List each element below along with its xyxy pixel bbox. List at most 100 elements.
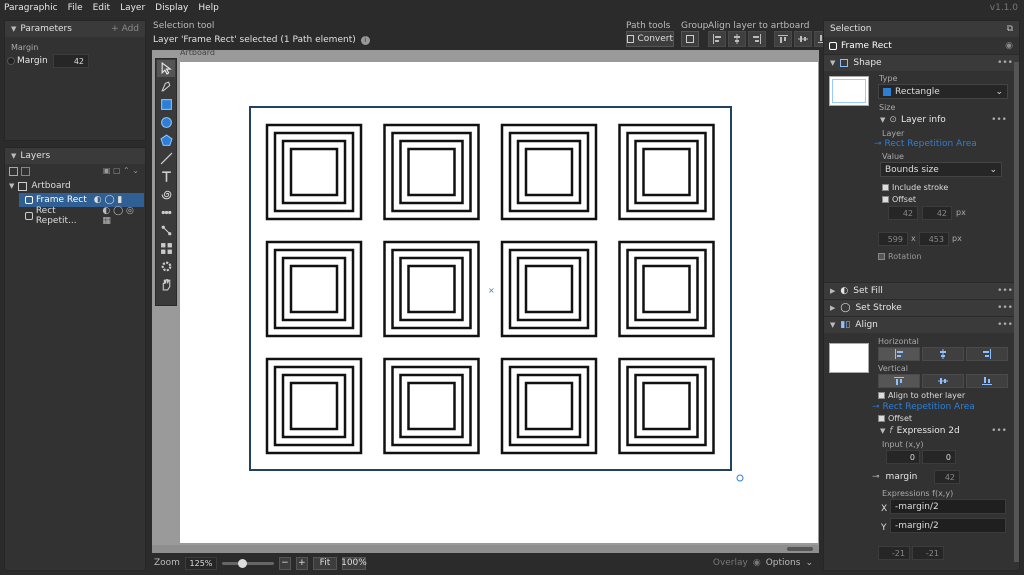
include-stroke-checkbox[interactable]: Include stroke (882, 183, 948, 192)
menu-file[interactable]: File (68, 3, 83, 13)
expand-icon[interactable]: ▼ (9, 182, 14, 190)
parameter-handle-icon[interactable] (7, 57, 15, 65)
zoom-100-button[interactable]: 100% (341, 556, 367, 570)
new-layer-icon[interactable] (9, 167, 18, 176)
collapse-icon[interactable]: ▼ (11, 25, 16, 33)
more-options-icon[interactable]: ••• (991, 115, 1007, 125)
layer-item-rect-repetition[interactable]: Rect Repetit... ◐ ◯ ◎ ▦ (19, 206, 144, 226)
expr-y-input[interactable]: -margin/2 (890, 518, 1006, 533)
grid-tool-icon[interactable] (157, 240, 175, 257)
nested-square (273, 248, 355, 330)
visibility-eye-icon[interactable]: ◉ (1005, 41, 1013, 51)
more-options-icon[interactable]: ••• (997, 303, 1013, 313)
group-button[interactable] (681, 31, 699, 47)
layer-modifiers-icon[interactable]: ◐ ◯ ◎ ▦ (102, 206, 144, 226)
align-left-icon[interactable] (708, 31, 726, 47)
overlay-eye-icon[interactable]: ◉ (753, 558, 761, 568)
pen-tool-icon[interactable] (157, 78, 175, 95)
nested-square (634, 139, 699, 205)
add-parameter-button[interactable]: + Add (111, 24, 139, 34)
line-tool-icon[interactable] (157, 150, 175, 167)
repeat-tool-icon[interactable] (157, 204, 175, 221)
parameters-header[interactable]: ▼ Parameters + Add (5, 21, 145, 37)
link-icon[interactable]: ⊸ (872, 472, 880, 482)
align-v-middle-icon[interactable] (922, 374, 964, 388)
layer-item-frame-rect[interactable]: Frame Rect ◐ ◯ ▮ (19, 193, 144, 207)
popout-icon[interactable]: ⧉ (1007, 24, 1013, 34)
offset-x-input[interactable]: 42 (888, 206, 918, 220)
zoom-out-icon[interactable]: − (278, 556, 291, 570)
more-options-icon[interactable]: ••• (991, 426, 1007, 436)
info-icon[interactable]: i (360, 35, 370, 45)
align-top-icon[interactable] (774, 31, 792, 47)
align-other-layer-checkbox[interactable]: Align to other layer (878, 391, 965, 400)
chevron-down-icon[interactable]: ⌄ (805, 558, 813, 568)
overlay-toggle[interactable]: Overlay (713, 558, 748, 568)
scrollbar-thumb[interactable] (787, 547, 813, 551)
align-v-bottom-icon[interactable] (966, 374, 1008, 388)
path-nodes-tool-icon[interactable] (157, 222, 175, 239)
nested-square (500, 240, 598, 338)
zoom-slider[interactable] (221, 558, 274, 568)
vertical-label: Vertical (878, 364, 908, 373)
options-dropdown[interactable]: Options (766, 558, 801, 568)
selection-scrollbar[interactable] (1014, 62, 1019, 562)
zoom-in-icon[interactable]: + (295, 556, 308, 570)
menu-edit[interactable]: Edit (93, 3, 110, 13)
layer-link-icon[interactable] (21, 167, 30, 176)
align-layer-ref-link[interactable]: ⊸ Rect Repetition Area (872, 402, 975, 412)
offset-y-input[interactable]: 42 (922, 206, 952, 220)
spiral-tool-icon[interactable] (157, 186, 175, 203)
layer-order-icons[interactable]: ▣ ▢ ⌃ ⌄ (103, 166, 139, 175)
more-options-icon[interactable]: ••• (997, 286, 1013, 296)
align-offset-checkbox[interactable]: Offset (878, 414, 912, 423)
input-x-field[interactable]: 0 (886, 450, 920, 464)
gear-tool-icon[interactable] (157, 258, 175, 275)
app-name[interactable]: Paragraphic (4, 3, 58, 13)
set-stroke-section-header[interactable]: ▶ ◯ Set Stroke ••• (824, 299, 1019, 316)
offset-checkbox[interactable]: Offset (882, 195, 916, 204)
artboard[interactable]: × (180, 62, 818, 543)
margin-value-input[interactable]: 42 (53, 54, 89, 68)
menu-layer[interactable]: Layer (120, 3, 145, 13)
zoom-input[interactable]: 125% (184, 556, 217, 570)
text-tool-icon[interactable] (157, 168, 175, 185)
polygon-tool-icon[interactable] (157, 132, 175, 149)
expression-2d-header[interactable]: ▼ f Expression 2d (880, 426, 960, 436)
hand-tool-icon[interactable] (157, 276, 175, 293)
align-middle-v-icon[interactable] (794, 31, 812, 47)
rotation-checkbox[interactable]: Rotation (878, 252, 921, 261)
more-options-icon[interactable]: ••• (997, 320, 1013, 330)
layer-modifiers-icon[interactable]: ◐ ◯ ▮ (94, 195, 123, 205)
zoom-slider-thumb[interactable] (237, 558, 247, 568)
select-tool-icon[interactable] (157, 60, 175, 77)
set-fill-section-header[interactable]: ▶ ◐ Set Fill ••• (824, 282, 1019, 299)
expr-x-input[interactable]: -margin/2 (890, 499, 1006, 514)
rectangle-tool-icon[interactable] (157, 96, 175, 113)
align-section-header[interactable]: ▼ ▮▯ Align ••• (824, 316, 1019, 333)
menu-help[interactable]: Help (198, 3, 219, 13)
align-v-top-icon[interactable] (878, 374, 920, 388)
collapse-icon[interactable]: ▼ (11, 152, 16, 160)
convert-button[interactable]: Convert (626, 31, 674, 47)
layers-header[interactable]: ▼ Layers (5, 148, 145, 164)
menu-display[interactable]: Display (155, 3, 188, 13)
input-y-field[interactable]: 0 (922, 450, 956, 464)
layer-ref-link[interactable]: ⊸ Rect Repetition Area (874, 139, 977, 149)
align-center-h-icon[interactable] (728, 31, 746, 47)
shape-section-header[interactable]: ▼ Shape ••• (824, 54, 1019, 71)
align-h-left-icon[interactable] (878, 347, 920, 361)
more-options-icon[interactable]: ••• (997, 58, 1013, 68)
horizontal-scrollbar[interactable] (152, 545, 819, 553)
fit-button[interactable]: Fit (312, 556, 337, 570)
align-right-icon[interactable] (748, 31, 766, 47)
layer-info-header[interactable]: ▼ ⊙ Layer info (880, 115, 946, 125)
layer-item-artboard[interactable]: ▼ Artboard (9, 181, 71, 191)
align-h-right-icon[interactable] (966, 347, 1008, 361)
ellipse-tool-icon[interactable] (157, 114, 175, 131)
align-h-center-icon[interactable] (922, 347, 964, 361)
nested-square (516, 256, 582, 322)
nested-square (265, 357, 363, 455)
value-select[interactable]: Bounds size ⌄ (880, 162, 1002, 177)
type-select[interactable]: Rectangle ⌄ (878, 84, 1008, 99)
